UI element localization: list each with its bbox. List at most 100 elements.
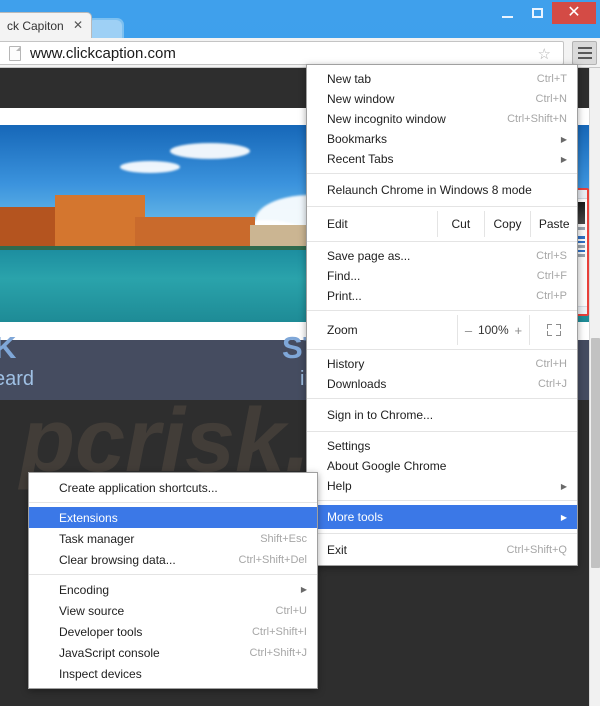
menu-item-label: Bookmarks <box>327 132 388 146</box>
menu-item-label: Sign in to Chrome... <box>327 408 434 422</box>
menu-item-label: Recent Tabs <box>327 152 394 166</box>
menu-separator <box>29 502 317 503</box>
menu-item-new-incognito-window[interactable]: New incognito window Ctrl+Shift+N <box>307 109 577 129</box>
cloud-shape <box>120 161 180 173</box>
submenu-item-view-source[interactable]: View source Ctrl+U <box>29 600 317 621</box>
menu-separator <box>29 574 317 575</box>
menu-item-shortcut: Shift+Esc <box>260 532 307 545</box>
chevron-right-icon: ▶ <box>560 154 567 164</box>
menu-separator <box>307 398 577 399</box>
tab-close-icon[interactable]: ✕ <box>73 18 83 32</box>
menu-item-new-window[interactable]: New window Ctrl+N <box>307 89 577 109</box>
address-bar[interactable]: www.clickcaption.com ☆ <box>0 41 564 65</box>
minimize-icon <box>501 15 513 18</box>
chevron-right-icon: ▶ <box>300 585 307 594</box>
menu-item-label: New window <box>327 92 395 106</box>
close-icon: ✕ <box>567 4 581 21</box>
menu-item-label: JavaScript console <box>59 645 160 660</box>
menu-item-save-page-as[interactable]: Save page as... Ctrl+S <box>307 246 577 266</box>
submenu-item-clear-browsing-data[interactable]: Clear browsing data... Ctrl+Shift+Del <box>29 549 317 570</box>
menu-item-label: Developer tools <box>59 624 143 639</box>
menu-item-label: Encoding <box>59 582 110 597</box>
menu-item-print[interactable]: Print... Ctrl+P <box>307 286 577 306</box>
submenu-item-developer-tools[interactable]: Developer tools Ctrl+Shift+I <box>29 621 317 642</box>
maximize-icon <box>531 8 543 18</box>
submenu-item-task-manager[interactable]: Task manager Shift+Esc <box>29 528 317 549</box>
menu-item-copy[interactable]: Copy <box>483 211 531 237</box>
menu-item-label: Exit <box>327 543 348 557</box>
menu-row-zoom: Zoom – 100% + <box>307 315 577 345</box>
menu-item-history[interactable]: History Ctrl+H <box>307 354 577 374</box>
promo-heading-left: K <box>0 330 17 365</box>
menu-item-find[interactable]: Find... Ctrl+F <box>307 266 577 286</box>
submenu-item-encoding[interactable]: Encoding ▶ <box>29 579 317 600</box>
menu-item-exit[interactable]: Exit Ctrl+Shift+Q <box>307 538 577 562</box>
menu-item-label: View source <box>59 603 125 618</box>
menu-item-label: Clear browsing data... <box>59 552 176 567</box>
tab-title: ck Capiton <box>7 18 64 33</box>
menu-item-recent-tabs[interactable]: Recent Tabs ▶ <box>307 149 577 169</box>
menu-item-shortcut: Ctrl+U <box>275 604 307 617</box>
chevron-right-icon: ▶ <box>560 134 567 144</box>
menu-item-downloads[interactable]: Downloads Ctrl+J <box>307 374 577 394</box>
menu-item-label-edit: Edit <box>327 217 348 231</box>
fullscreen-icon <box>546 324 561 336</box>
chevron-right-icon: ▶ <box>560 481 567 491</box>
new-tab-button[interactable] <box>88 18 124 38</box>
chrome-main-menu: New tab Ctrl+T New window Ctrl+N New inc… <box>306 64 578 566</box>
menu-item-shortcut: Ctrl+Shift+Del <box>238 553 307 566</box>
scrollbar-thumb[interactable] <box>591 338 600 568</box>
menu-item-relaunch-windows8-mode[interactable]: Relaunch Chrome in Windows 8 mode <box>307 178 577 202</box>
menu-item-label: Save page as... <box>327 249 411 263</box>
menu-separator <box>307 533 577 534</box>
menu-item-shortcut: Ctrl+Shift+J <box>249 646 307 659</box>
zoom-out-button[interactable]: – <box>465 323 472 338</box>
submenu-item-javascript-console[interactable]: JavaScript console Ctrl+Shift+J <box>29 642 317 663</box>
page-icon <box>9 45 21 61</box>
menu-item-bookmarks[interactable]: Bookmarks ▶ <box>307 129 577 149</box>
menu-item-label: More tools <box>327 510 384 524</box>
menu-item-new-tab[interactable]: New tab Ctrl+T <box>307 69 577 89</box>
chevron-right-icon: ▶ <box>560 512 567 522</box>
menu-item-settings[interactable]: Settings <box>307 436 577 456</box>
menu-separator <box>307 241 577 242</box>
menu-item-label: Downloads <box>327 377 387 391</box>
menu-item-shortcut: Ctrl+Shift+Q <box>506 544 567 556</box>
menu-item-label: New incognito window <box>327 112 446 126</box>
menu-item-about-google-chrome[interactable]: About Google Chrome <box>307 456 577 476</box>
menu-item-shortcut: Ctrl+N <box>535 93 567 105</box>
tab-active[interactable]: ck Capiton ✕ <box>0 12 92 38</box>
minimize-button[interactable] <box>492 2 522 24</box>
menu-item-label: Task manager <box>59 531 135 546</box>
browser-window: ✕ ck Capiton ✕ www.clickcaption.com ☆ pc… <box>0 0 600 706</box>
menu-item-shortcut: Ctrl+P <box>536 290 567 302</box>
menu-item-label: Print... <box>327 289 362 303</box>
menu-item-label-zoom: Zoom <box>327 323 358 337</box>
submenu-item-create-application-shortcuts[interactable]: Create application shortcuts... <box>29 477 317 498</box>
menu-item-label: Extensions <box>59 510 118 525</box>
zoom-controls: – 100% + <box>457 315 529 345</box>
menu-item-label: About Google Chrome <box>327 459 447 473</box>
window-controls: ✕ <box>492 2 596 26</box>
menu-item-more-tools[interactable]: More tools ▶ <box>307 505 577 529</box>
menu-row-edit: Edit Cut Copy Paste <box>307 211 577 237</box>
menu-item-label: Create application shortcuts... <box>59 480 218 495</box>
submenu-item-extensions[interactable]: Extensions <box>29 507 317 528</box>
menu-item-paste[interactable]: Paste <box>530 211 577 237</box>
chrome-menu-button[interactable] <box>572 41 597 65</box>
menu-item-cut[interactable]: Cut <box>437 211 484 237</box>
hamburger-icon-line <box>577 57 592 59</box>
zoom-in-button[interactable]: + <box>514 323 522 338</box>
page-scrollbar[interactable] <box>589 68 600 706</box>
url-text: www.clickcaption.com <box>30 44 176 62</box>
menu-item-help[interactable]: Help ▶ <box>307 476 577 496</box>
maximize-button[interactable] <box>522 2 552 24</box>
more-tools-submenu: Create application shortcuts... Extensio… <box>28 472 318 689</box>
close-button[interactable]: ✕ <box>552 2 596 24</box>
menu-separator <box>307 173 577 174</box>
submenu-item-inspect-devices[interactable]: Inspect devices <box>29 663 317 684</box>
fullscreen-button[interactable] <box>529 315 577 345</box>
menu-item-sign-in-to-chrome[interactable]: Sign in to Chrome... <box>307 403 577 427</box>
bookmark-star-icon[interactable]: ☆ <box>538 45 551 63</box>
menu-separator <box>307 431 577 432</box>
